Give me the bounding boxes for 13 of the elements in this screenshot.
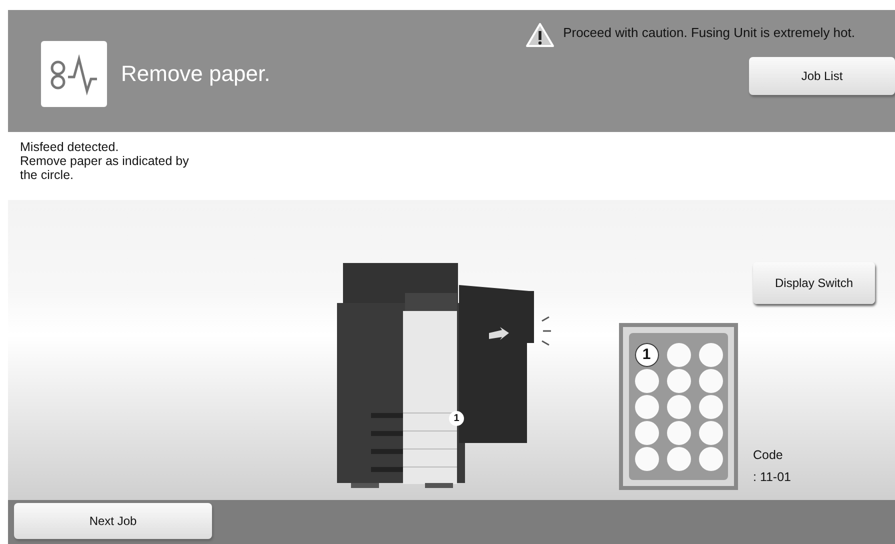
location-slot: 1: [634, 342, 658, 366]
display-switch-button[interactable]: Display Switch: [753, 262, 875, 304]
job-list-button[interactable]: Job List: [749, 57, 895, 95]
warning-text: Proceed with caution. Fusing Unit is extremely hot.: [563, 24, 855, 40]
message-line: the circle.: [20, 168, 74, 182]
message-line: Remove paper as indicated by: [20, 154, 190, 168]
code-label: Code: [753, 447, 784, 464]
message-line: Misfeed detected.: [20, 140, 120, 154]
code-value: : 11-01: [753, 469, 792, 486]
screen-title: Remove paper.: [121, 61, 270, 87]
paper-jam-icon: [41, 41, 107, 107]
warning-icon: [525, 22, 556, 48]
next-job-button[interactable]: Next Job: [14, 503, 212, 539]
